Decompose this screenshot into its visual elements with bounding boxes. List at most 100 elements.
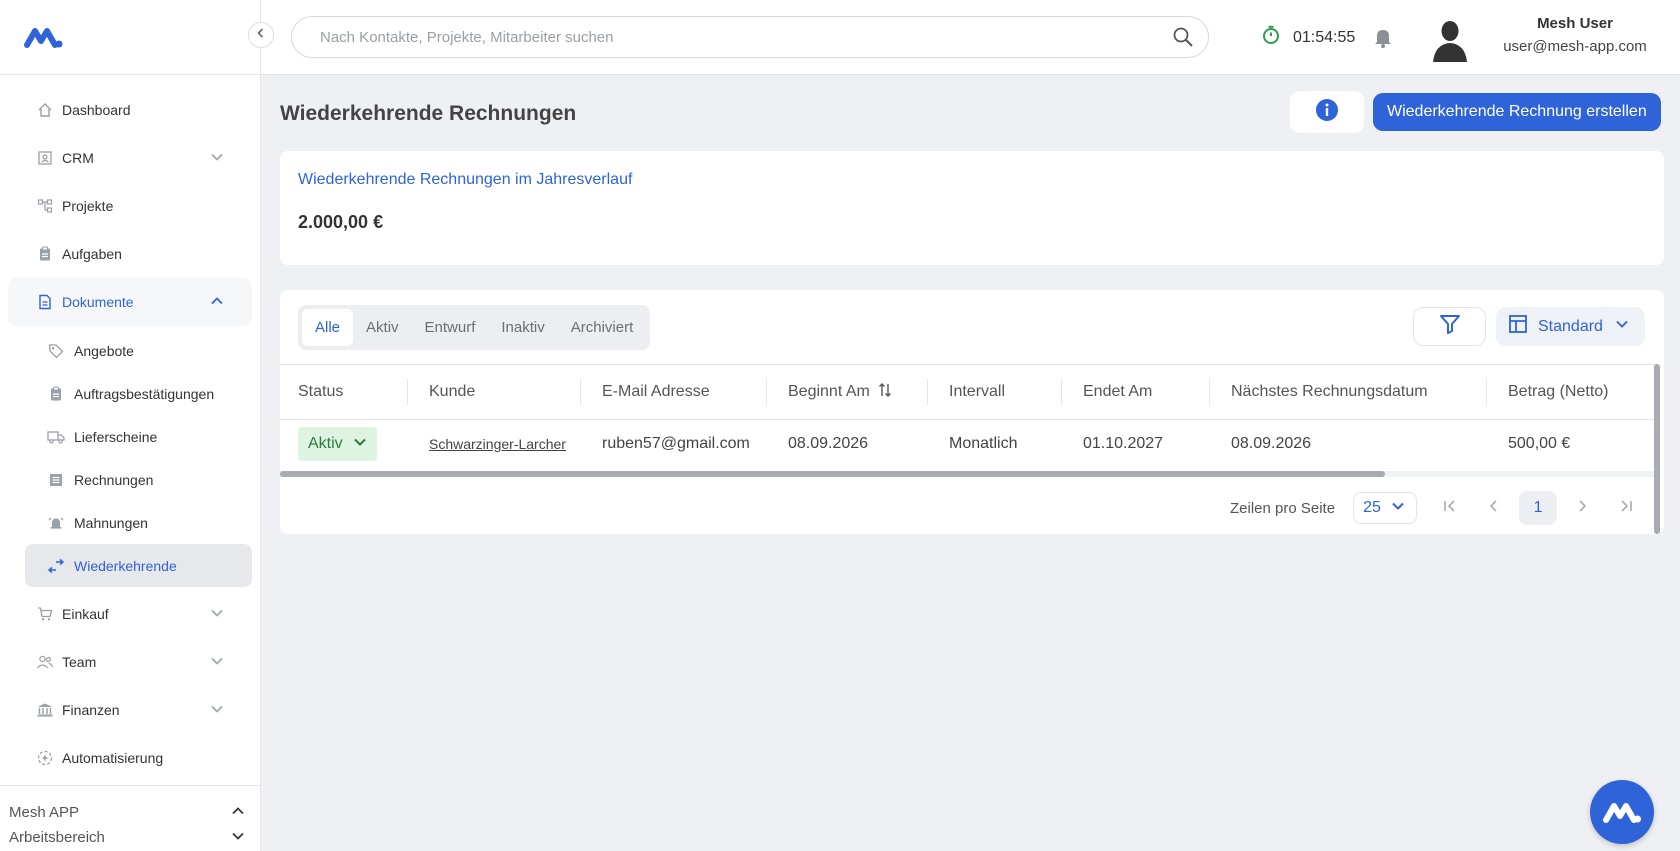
view-selector[interactable]: Standard [1496, 307, 1645, 346]
filter-button[interactable] [1413, 307, 1486, 346]
tab-entwurf[interactable]: Entwurf [412, 309, 489, 346]
sidebar-item-projekte[interactable]: Projekte [8, 182, 252, 230]
email-cell: ruben57@gmail.com [602, 435, 750, 452]
sidebar-item-label: Aufgaben [62, 246, 122, 262]
last-page-icon [1618, 499, 1634, 518]
column-header-beginnt[interactable]: Beginnt Am [767, 365, 928, 419]
summary-card: Wiederkehrende Rechnungen im Jahresverla… [280, 151, 1664, 265]
status-cell: Aktiv [298, 420, 377, 468]
tag-icon [47, 342, 65, 360]
logo-area [0, 0, 260, 75]
first-page-icon [1442, 499, 1458, 518]
table-card: Alle Aktiv Entwurf Inaktiv Archiviert St… [280, 290, 1664, 534]
user-info[interactable]: Mesh User user@mesh-app.com [1486, 15, 1664, 55]
sidebar-subitem-label: Rechnungen [74, 471, 154, 488]
next-page-button[interactable] [1563, 491, 1601, 525]
info-button[interactable] [1290, 91, 1364, 133]
column-header-intervall[interactable]: Intervall [928, 365, 1062, 419]
horizontal-scrollbar-thumb[interactable] [280, 471, 1385, 477]
customer-link[interactable]: Schwarzinger-Larcher [429, 436, 566, 452]
workspace-switcher[interactable]: Mesh APP Arbeitsbereich [0, 785, 261, 851]
stopwatch-icon [1261, 25, 1281, 50]
tab-alle[interactable]: Alle [302, 309, 354, 346]
chevron-up-icon [231, 804, 245, 822]
sidebar-item-aufgaben[interactable]: Aufgaben [8, 230, 252, 278]
user-name: Mesh User [1537, 15, 1613, 32]
sidebar: Dashboard CRM Projekte Aufgaben Dokument… [0, 0, 261, 851]
workspace-label-row[interactable]: Arbeitsbereich [9, 825, 253, 850]
contact-card-icon [36, 149, 54, 167]
sort-icon[interactable] [878, 382, 892, 403]
sidebar-subitem-wiederkehrende[interactable]: Wiederkehrende [25, 544, 252, 587]
table-header: Status Kunde E-Mail Adresse Beginnt Am I… [280, 364, 1656, 420]
mesh-logo-icon [1603, 803, 1641, 823]
sidebar-item-automatisierung[interactable]: Automatisierung [8, 734, 252, 782]
column-header-naechstes[interactable]: Nächstes Rechnungsdatum [1210, 365, 1487, 419]
sidebar-item-label: Dokumente [62, 294, 134, 310]
tab-inaktiv[interactable]: Inaktiv [488, 309, 557, 346]
rows-per-page-label: Zeilen pro Seite [1230, 499, 1336, 517]
chevron-left-icon [255, 26, 267, 44]
search-input[interactable] [320, 28, 1140, 46]
tab-archiviert[interactable]: Archiviert [558, 309, 647, 346]
truck-icon [47, 428, 65, 446]
sidebar-subitem-mahnungen[interactable]: Mahnungen [25, 501, 252, 544]
sidebar-item-finanzen[interactable]: Finanzen [8, 686, 252, 734]
column-header-email[interactable]: E-Mail Adresse [581, 365, 767, 419]
last-page-button[interactable] [1607, 491, 1645, 525]
previous-page-button[interactable] [1475, 491, 1513, 525]
column-header-kunde[interactable]: Kunde [408, 365, 581, 419]
search-bar[interactable] [291, 16, 1209, 58]
recurring-icon [47, 557, 65, 575]
avatar[interactable] [1429, 16, 1471, 62]
table-layout-icon [1508, 314, 1528, 339]
mesh-logo-icon[interactable] [24, 25, 64, 49]
yearly-overview-link[interactable]: Wiederkehrende Rechnungen im Jahresverla… [298, 171, 1646, 189]
chevron-down-icon [353, 435, 367, 454]
bank-icon [36, 701, 54, 719]
chevron-down-icon [231, 829, 245, 847]
view-label: Standard [1538, 317, 1603, 335]
sidebar-item-label: Finanzen [62, 702, 120, 718]
sidebar-subitem-angebote[interactable]: Angebote [25, 329, 252, 372]
column-header-status[interactable]: Status [280, 365, 408, 419]
current-page-button[interactable]: 1 [1519, 491, 1558, 525]
sidebar-collapse-button[interactable] [248, 22, 274, 48]
create-recurring-invoice-button[interactable]: Wiederkehrende Rechnung erstellen [1373, 93, 1661, 131]
vertical-scrollbar-thumb[interactable] [1654, 364, 1660, 534]
bell-icon[interactable] [1374, 26, 1392, 53]
sidebar-subitem-lieferscheine[interactable]: Lieferscheine [25, 415, 252, 458]
beginnt-cell: 08.09.2026 [788, 435, 869, 452]
status-badge[interactable]: Aktiv [298, 427, 377, 461]
workspace-app-row[interactable]: Mesh APP [9, 800, 253, 825]
rows-per-page-select[interactable]: 25 [1353, 492, 1418, 524]
first-page-button[interactable] [1431, 491, 1469, 525]
sidebar-nav: Dashboard CRM Projekte Aufgaben Dokument… [0, 75, 260, 782]
kunde-cell: Schwarzinger-Larcher [429, 420, 566, 468]
sidebar-subitem-rechnungen[interactable]: Rechnungen [25, 458, 252, 501]
filter-icon [1439, 313, 1461, 340]
sidebar-item-dokumente[interactable]: Dokumente [8, 278, 252, 326]
home-icon [36, 101, 54, 119]
column-header-endet[interactable]: Endet Am [1062, 365, 1210, 419]
sidebar-item-crm[interactable]: CRM [8, 134, 252, 182]
sidebar-item-team[interactable]: Team [8, 638, 252, 686]
endet-cell: 01.10.2027 [1083, 435, 1164, 452]
search-icon[interactable] [1172, 26, 1194, 53]
main-content: Wiederkehrende Rechnungen Wiederkehrende… [280, 75, 1664, 534]
mesh-assistant-button[interactable] [1590, 780, 1654, 844]
chevron-down-icon [210, 150, 224, 167]
table-row[interactable]: Aktiv Schwarzinger-Larcher ruben57@gmail… [280, 420, 1656, 468]
chevron-right-icon [1575, 499, 1589, 518]
column-header-betrag[interactable]: Betrag (Netto) [1487, 365, 1656, 419]
sidebar-item-dashboard[interactable]: Dashboard [8, 86, 252, 134]
workspace-app-name: Mesh APP [9, 804, 80, 821]
tab-aktiv[interactable]: Aktiv [353, 309, 412, 346]
sidebar-item-einkauf[interactable]: Einkauf [8, 590, 252, 638]
invoice-icon [47, 471, 65, 489]
time-tracker[interactable]: 01:54:55 [1261, 25, 1355, 50]
page-title: Wiederkehrende Rechnungen [280, 102, 577, 125]
sidebar-subitem-auftragsbestaetigungen[interactable]: Auftragsbestätigungen [25, 372, 252, 415]
sidebar-item-label: Dashboard [62, 102, 131, 118]
user-email: user@mesh-app.com [1503, 38, 1647, 55]
